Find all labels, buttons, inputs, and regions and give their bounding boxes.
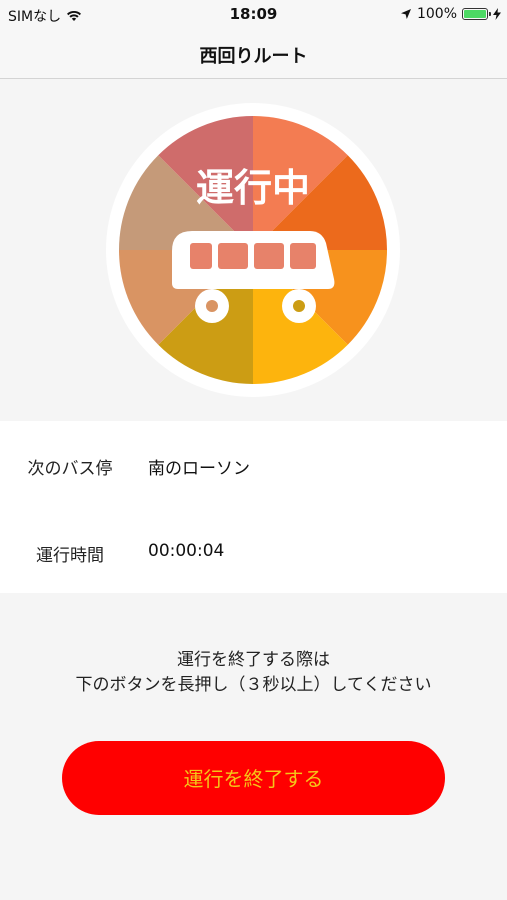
status-right: 100% <box>400 6 501 22</box>
run-time-row: 運行時間 00:00:04 <box>0 541 507 571</box>
charging-bolt-icon <box>493 8 501 20</box>
battery-icon <box>462 8 491 20</box>
status-circle: 運行中 <box>106 103 400 397</box>
run-time-value: 00:00:04 <box>148 541 225 561</box>
instruction-line-2: 下のボタンを長押し（３秒以上）してください <box>75 675 432 695</box>
screen: SIMなし 18:09 100% 西回りルート 運行中 次のバス停 南のローソン… <box>0 0 507 900</box>
battery-level <box>464 10 486 18</box>
battery-percent: 100% <box>416 6 457 22</box>
page-title: 西回りルート <box>199 46 308 67</box>
status-bar: SIMなし 18:09 100% <box>0 0 507 30</box>
info-panel: 次のバス停 南のローソン 運行時間 00:00:04 <box>0 421 507 593</box>
run-time-label: 運行時間 <box>36 546 104 566</box>
status-circle-graphic: 運行中 <box>119 116 387 384</box>
next-stop-label: 次のバス停 <box>27 459 113 479</box>
status-label: 運行中 <box>196 166 310 210</box>
next-stop-row: 次のバス停 南のローソン <box>0 454 507 484</box>
next-stop-value: 南のローソン <box>148 459 250 479</box>
end-operation-button[interactable]: 運行を終了する <box>62 741 445 815</box>
location-arrow-icon <box>400 9 411 19</box>
navigation-bar: 西回りルート <box>0 30 507 79</box>
instruction-line-1: 運行を終了する際は <box>177 650 330 670</box>
